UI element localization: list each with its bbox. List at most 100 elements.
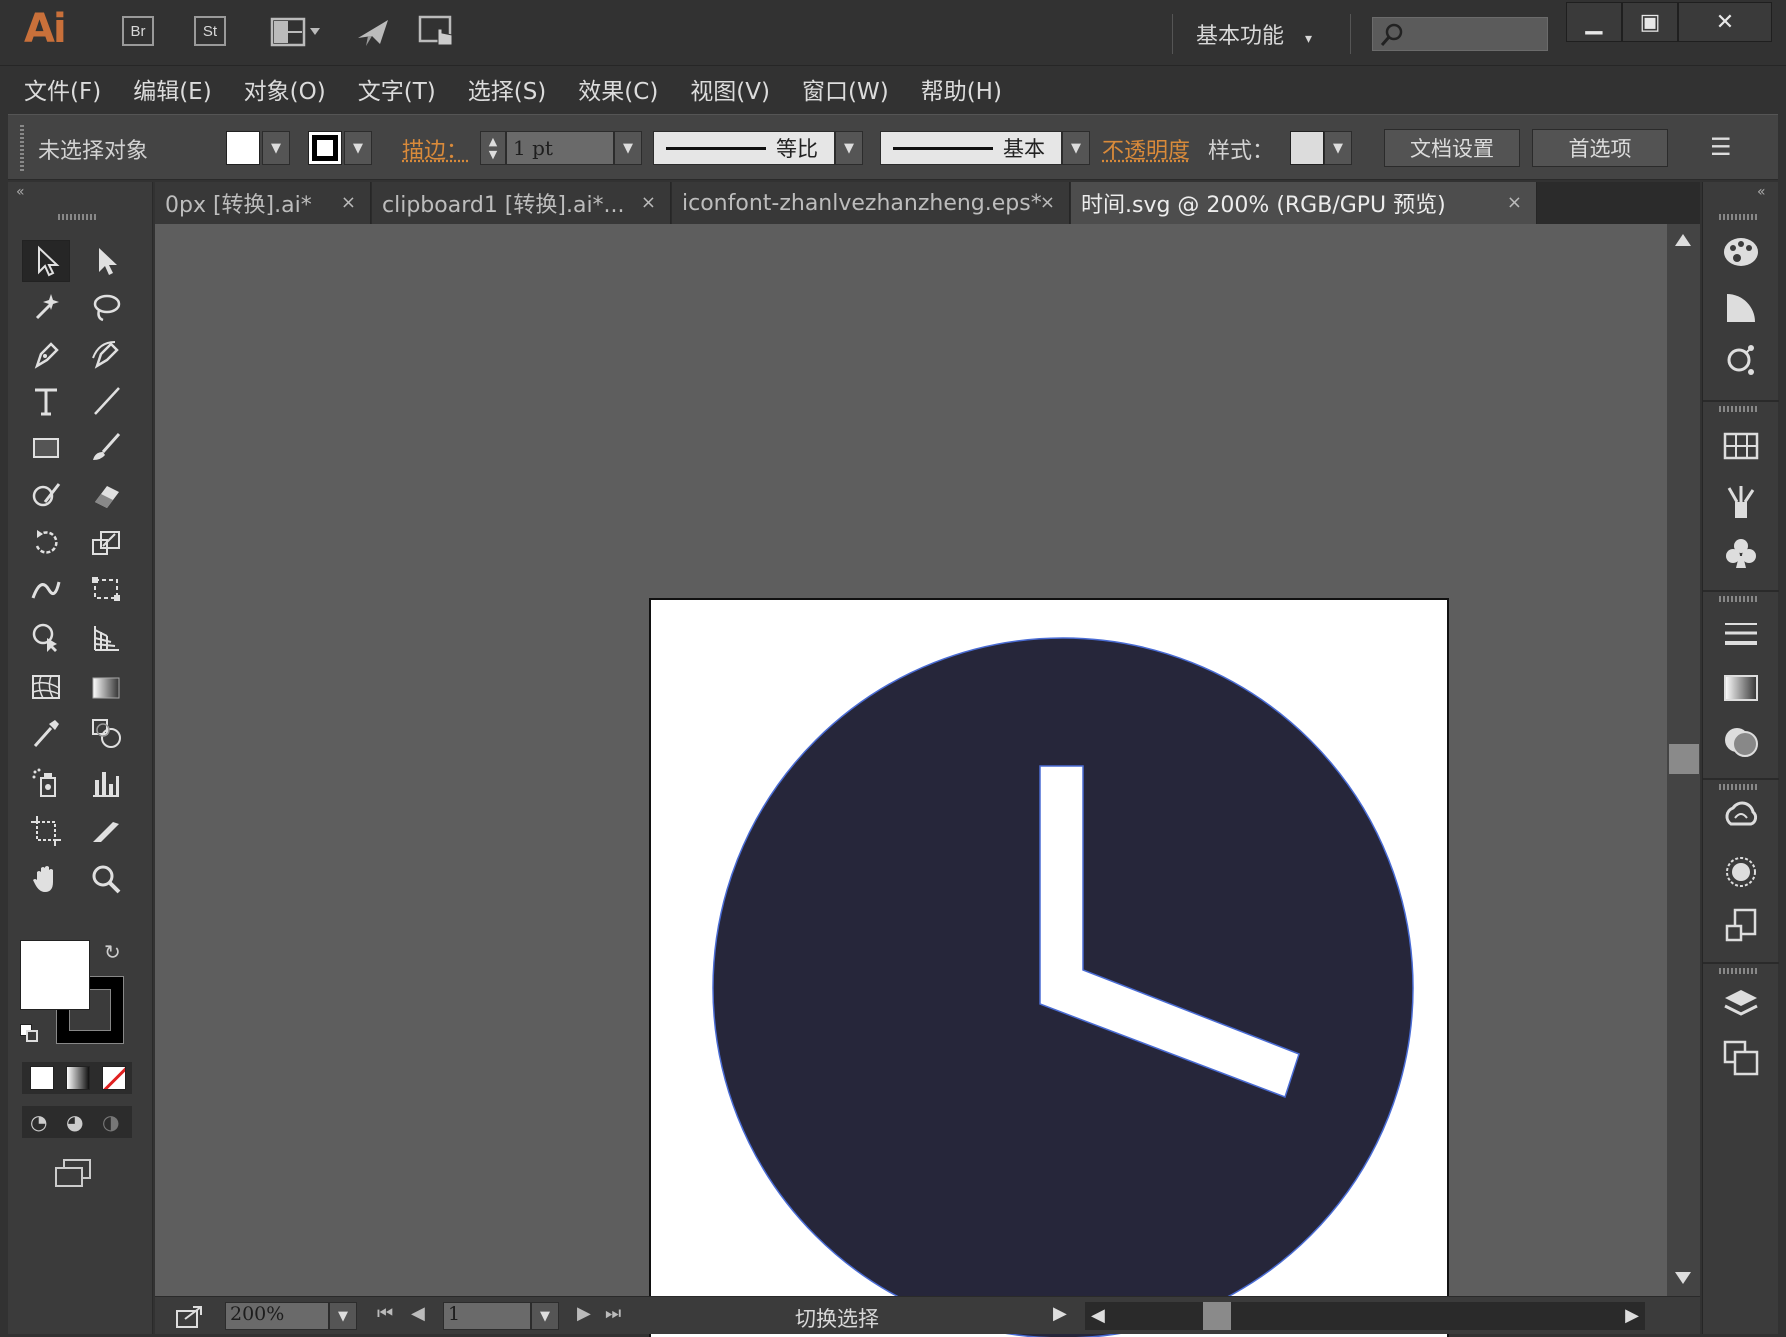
touch-workspace-button[interactable]: [416, 16, 460, 48]
dock-grip[interactable]: [1719, 596, 1759, 602]
send-button[interactable]: [352, 16, 396, 48]
brushes-panel-button[interactable]: [1721, 482, 1761, 522]
shaper-tool[interactable]: [22, 474, 70, 516]
stroke-weight-stepper[interactable]: ▲ ▼: [480, 131, 506, 165]
brush-dropdown[interactable]: ▼: [1062, 131, 1090, 165]
appearance-panel-button[interactable]: [1721, 852, 1761, 892]
gradient-tool[interactable]: [82, 666, 130, 708]
shape-builder-tool[interactable]: [22, 616, 70, 658]
next-artboard-icon[interactable]: ▶: [577, 1303, 591, 1324]
pen-tool[interactable]: [22, 334, 70, 376]
control-bar-grip[interactable]: [20, 125, 24, 171]
color-guide-panel-button[interactable]: [1721, 288, 1761, 328]
perspective-grid-tool[interactable]: [82, 616, 130, 658]
none-mode-button[interactable]: [102, 1066, 126, 1090]
horizontal-scroll-thumb[interactable]: [1203, 1302, 1231, 1330]
draw-inside-icon[interactable]: ◑: [102, 1110, 119, 1134]
opacity-label[interactable]: 不透明度: [1102, 133, 1190, 165]
tab-close-icon[interactable]: ×: [1040, 192, 1055, 213]
screen-mode-button[interactable]: [52, 1158, 94, 1190]
stroke-weight-input[interactable]: 1 pt: [506, 131, 614, 165]
blend-tool[interactable]: [82, 712, 130, 754]
paintbrush-tool[interactable]: [82, 426, 130, 468]
symbol-sprayer-tool[interactable]: [22, 762, 70, 804]
scroll-left-icon[interactable]: ◀: [1091, 1305, 1105, 1326]
artboards-panel-button[interactable]: [1721, 1038, 1761, 1078]
profile-dropdown[interactable]: ▼: [835, 131, 863, 165]
tab-close-icon[interactable]: ×: [641, 192, 656, 213]
dock-grip[interactable]: [1719, 406, 1759, 412]
menu-help[interactable]: 帮助(H): [921, 72, 1002, 106]
rectangle-tool[interactable]: [22, 426, 70, 468]
expand-panels-icon[interactable]: «: [1757, 184, 1766, 200]
column-graph-tool[interactable]: [82, 762, 130, 804]
stroke-label[interactable]: 描边：: [402, 133, 468, 165]
zoom-level-input[interactable]: 200%: [225, 1302, 329, 1330]
minimize-button[interactable]: ▁: [1566, 2, 1622, 42]
line-segment-tool[interactable]: [82, 380, 130, 422]
zoom-dropdown[interactable]: ▼: [329, 1302, 357, 1330]
menu-type[interactable]: 文字(T): [358, 72, 436, 106]
stroke-panel-button[interactable]: [1721, 614, 1761, 654]
document-setup-button[interactable]: 文档设置: [1384, 129, 1520, 167]
tools-grip[interactable]: [58, 214, 98, 220]
swatches-panel-button[interactable]: [1721, 426, 1761, 466]
rotate-tool[interactable]: [22, 522, 70, 564]
collapse-panel-icon[interactable]: «: [16, 184, 25, 200]
preferences-button[interactable]: 首选项: [1532, 129, 1668, 167]
selection-tool[interactable]: [22, 240, 70, 282]
first-artboard-icon[interactable]: ⏮: [377, 1303, 393, 1324]
scale-tool[interactable]: [82, 522, 130, 564]
bridge-button[interactable]: Br: [122, 16, 154, 46]
scroll-down-icon[interactable]: [1675, 1272, 1691, 1284]
lasso-tool[interactable]: [82, 286, 130, 328]
stroke-weight-dropdown[interactable]: ▼: [614, 131, 642, 165]
horizontal-scrollbar[interactable]: ◀ ▶: [1085, 1302, 1645, 1330]
tab-document-2[interactable]: clipboard1 [转换].ai*... ×: [372, 182, 671, 224]
menu-view[interactable]: 视图(V): [690, 72, 770, 106]
panel-menu-icon[interactable]: ☰: [1710, 133, 1732, 161]
mesh-tool[interactable]: [22, 666, 70, 708]
zoom-tool[interactable]: [82, 858, 130, 900]
fill-swatch[interactable]: [226, 131, 260, 165]
layers-panel-button[interactable]: [1721, 984, 1761, 1024]
variable-width-profile[interactable]: 等比: [653, 131, 835, 165]
vertical-scroll-thumb[interactable]: [1669, 744, 1699, 774]
type-tool[interactable]: [22, 380, 70, 422]
status-text[interactable]: 切换选择: [795, 1303, 879, 1333]
scroll-up-icon[interactable]: [1675, 234, 1691, 246]
arrange-documents-button[interactable]: [270, 16, 324, 48]
eyedropper-tool[interactable]: [22, 712, 70, 754]
libraries-panel-button[interactable]: [1721, 796, 1761, 836]
menu-effect[interactable]: 效果(C): [578, 72, 658, 106]
dock-grip[interactable]: [1719, 968, 1759, 974]
status-menu-icon[interactable]: ▶: [1053, 1303, 1067, 1324]
eraser-tool[interactable]: [82, 474, 130, 516]
color-panel-button[interactable]: [1721, 232, 1761, 272]
export-panel-button[interactable]: [1721, 906, 1761, 946]
draw-normal-icon[interactable]: ◔: [30, 1110, 47, 1134]
last-artboard-icon[interactable]: ⏭: [605, 1303, 621, 1324]
tab-close-icon[interactable]: ×: [1507, 192, 1522, 213]
draw-behind-icon[interactable]: ◕: [66, 1110, 83, 1134]
fill-dropdown[interactable]: ▼: [262, 131, 290, 165]
scroll-right-icon[interactable]: ▶: [1625, 1305, 1639, 1326]
search-input[interactable]: [1372, 17, 1548, 51]
clock-artwork[interactable]: [651, 600, 1451, 1337]
slice-tool[interactable]: [82, 810, 130, 852]
document-canvas[interactable]: [155, 224, 1667, 1296]
direct-selection-tool[interactable]: [82, 240, 130, 282]
artboard-dropdown[interactable]: ▼: [531, 1302, 559, 1330]
gradient-mode-button[interactable]: [66, 1066, 90, 1090]
menu-file[interactable]: 文件(F): [24, 72, 101, 106]
curvature-tool[interactable]: [82, 334, 130, 376]
style-dropdown[interactable]: ▼: [1324, 131, 1352, 165]
transparency-panel-button[interactable]: [1721, 722, 1761, 762]
gradient-panel-button[interactable]: [1721, 668, 1761, 708]
free-transform-tool[interactable]: [82, 568, 130, 610]
tab-document-1[interactable]: 0px [转换].ai* ×: [155, 182, 371, 224]
menu-select[interactable]: 选择(S): [468, 72, 547, 106]
menu-object[interactable]: 对象(O): [244, 72, 326, 106]
artboard-tool[interactable]: [22, 810, 70, 852]
artboard[interactable]: [649, 598, 1449, 1337]
